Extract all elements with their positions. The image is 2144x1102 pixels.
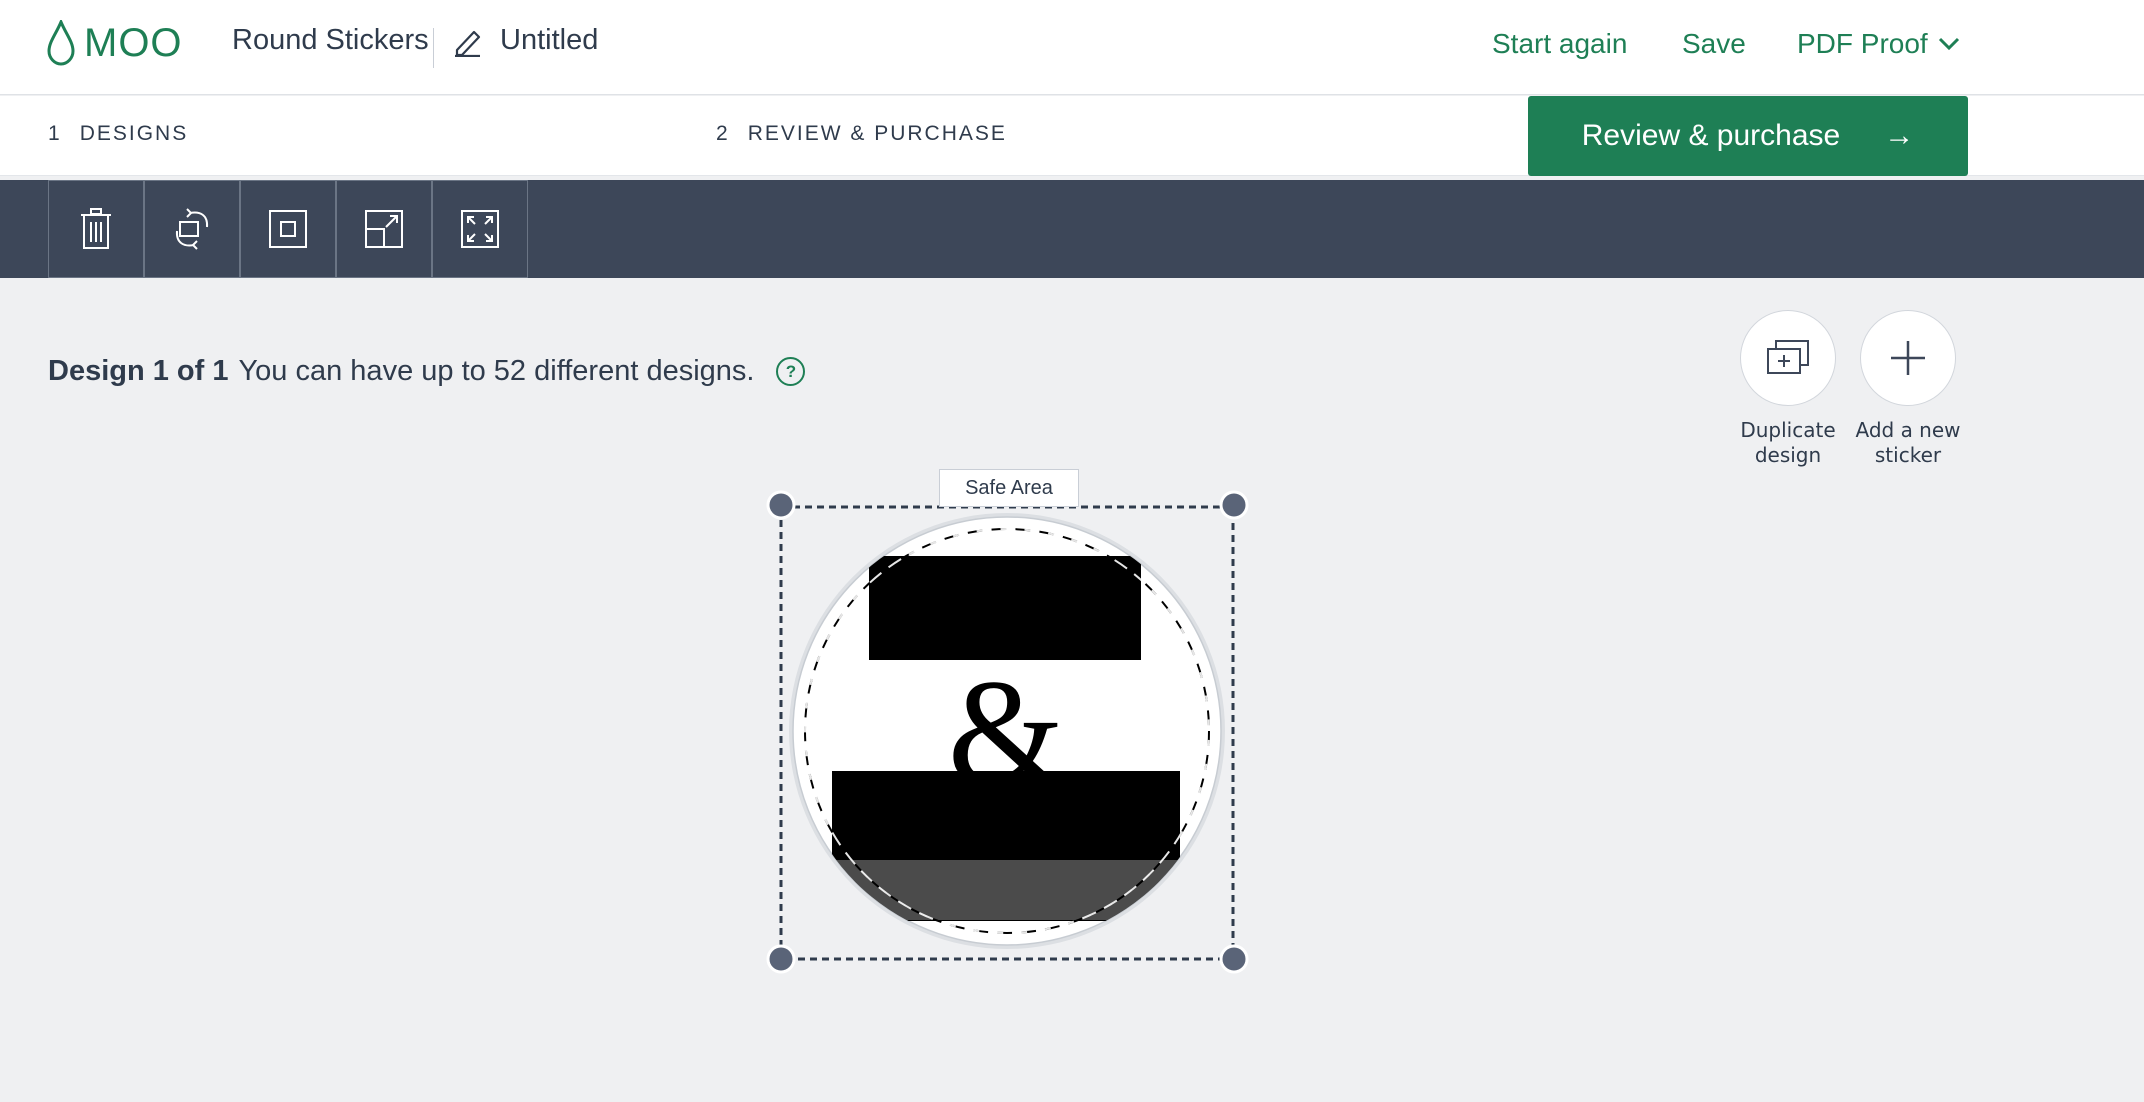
fit-tool-button[interactable] (240, 180, 336, 278)
moo-drop-icon (47, 20, 75, 66)
logo-text: MOO (84, 20, 183, 65)
product-name: Round Stickers (232, 24, 429, 56)
moo-logo[interactable]: MOO (46, 18, 183, 68)
fullscreen-tool-button[interactable] (432, 180, 528, 278)
add-label-line: sticker (1874, 443, 1942, 467)
step-label: REVIEW & PURCHASE (747, 122, 1007, 145)
arrow-right-icon: → (1884, 119, 1915, 152)
trash-icon (81, 208, 111, 249)
pdf-proof-dropdown[interactable]: PDF Proof (1797, 28, 1960, 60)
design-limit-text: You can have up to 52 different designs. (238, 355, 755, 387)
add-label-line: Add a new (1855, 418, 1961, 442)
header-divider (433, 28, 434, 68)
design-title[interactable]: Untitled (500, 24, 598, 57)
design-count: Design 1 of 1 (48, 355, 229, 387)
start-again-link[interactable]: Start again (1492, 28, 1627, 60)
safe-area-label: Safe Area (939, 469, 1079, 507)
review-purchase-button[interactable]: Review & purchase → (1528, 96, 1968, 176)
sticker-canvas[interactable]: & (760, 460, 1260, 980)
fit-center-icon (269, 210, 307, 248)
add-sticker-button[interactable] (1860, 310, 1956, 406)
chevron-down-icon (1938, 37, 1959, 51)
step-number: 1 (48, 122, 62, 145)
duplicate-design-label: Duplicate design (1723, 418, 1853, 468)
swap-tool-button[interactable] (144, 180, 240, 278)
step-designs[interactable]: 1 DESIGNS (48, 122, 188, 146)
top-header: MOO Round Stickers Untitled Start again … (0, 0, 2144, 95)
help-icon[interactable]: ? (776, 357, 806, 386)
duplicate-label-line: Duplicate (1740, 418, 1836, 442)
edit-toolbar (0, 180, 2144, 278)
add-sticker-label: Add a new sticker (1843, 418, 1973, 468)
image-block-top[interactable] (869, 556, 1141, 660)
step-number: 2 (716, 122, 730, 145)
design-info: Design 1 of 1 You can have up to 52 diff… (48, 355, 806, 388)
scale-tool-button[interactable] (336, 180, 432, 278)
fullscreen-expand-icon (461, 210, 499, 248)
scale-corner-icon (365, 210, 403, 248)
duplicate-icon (1767, 340, 1809, 374)
rotate-swap-icon (175, 208, 209, 250)
delete-tool-button[interactable] (48, 180, 144, 278)
review-purchase-label: Review & purchase (1581, 119, 1841, 152)
pencil-icon[interactable] (452, 25, 482, 57)
sticker-canvas-svg: & (766, 490, 1249, 974)
resize-handle-top-right[interactable] (1219, 490, 1249, 520)
step-review-purchase[interactable]: 2 REVIEW & PURCHASE (716, 122, 1007, 146)
design-title-editor[interactable]: Untitled (452, 24, 598, 57)
step-label: DESIGNS (79, 122, 189, 145)
pdf-proof-label: PDF Proof (1797, 28, 1928, 59)
duplicate-design-button[interactable] (1740, 310, 1836, 406)
save-link[interactable]: Save (1682, 28, 1746, 60)
plus-icon (1891, 341, 1925, 375)
resize-handle-bottom-left[interactable] (766, 944, 796, 974)
resize-handle-bottom-right[interactable] (1219, 944, 1249, 974)
resize-handle-top-left[interactable] (766, 490, 796, 520)
duplicate-label-line: design (1754, 443, 1822, 467)
